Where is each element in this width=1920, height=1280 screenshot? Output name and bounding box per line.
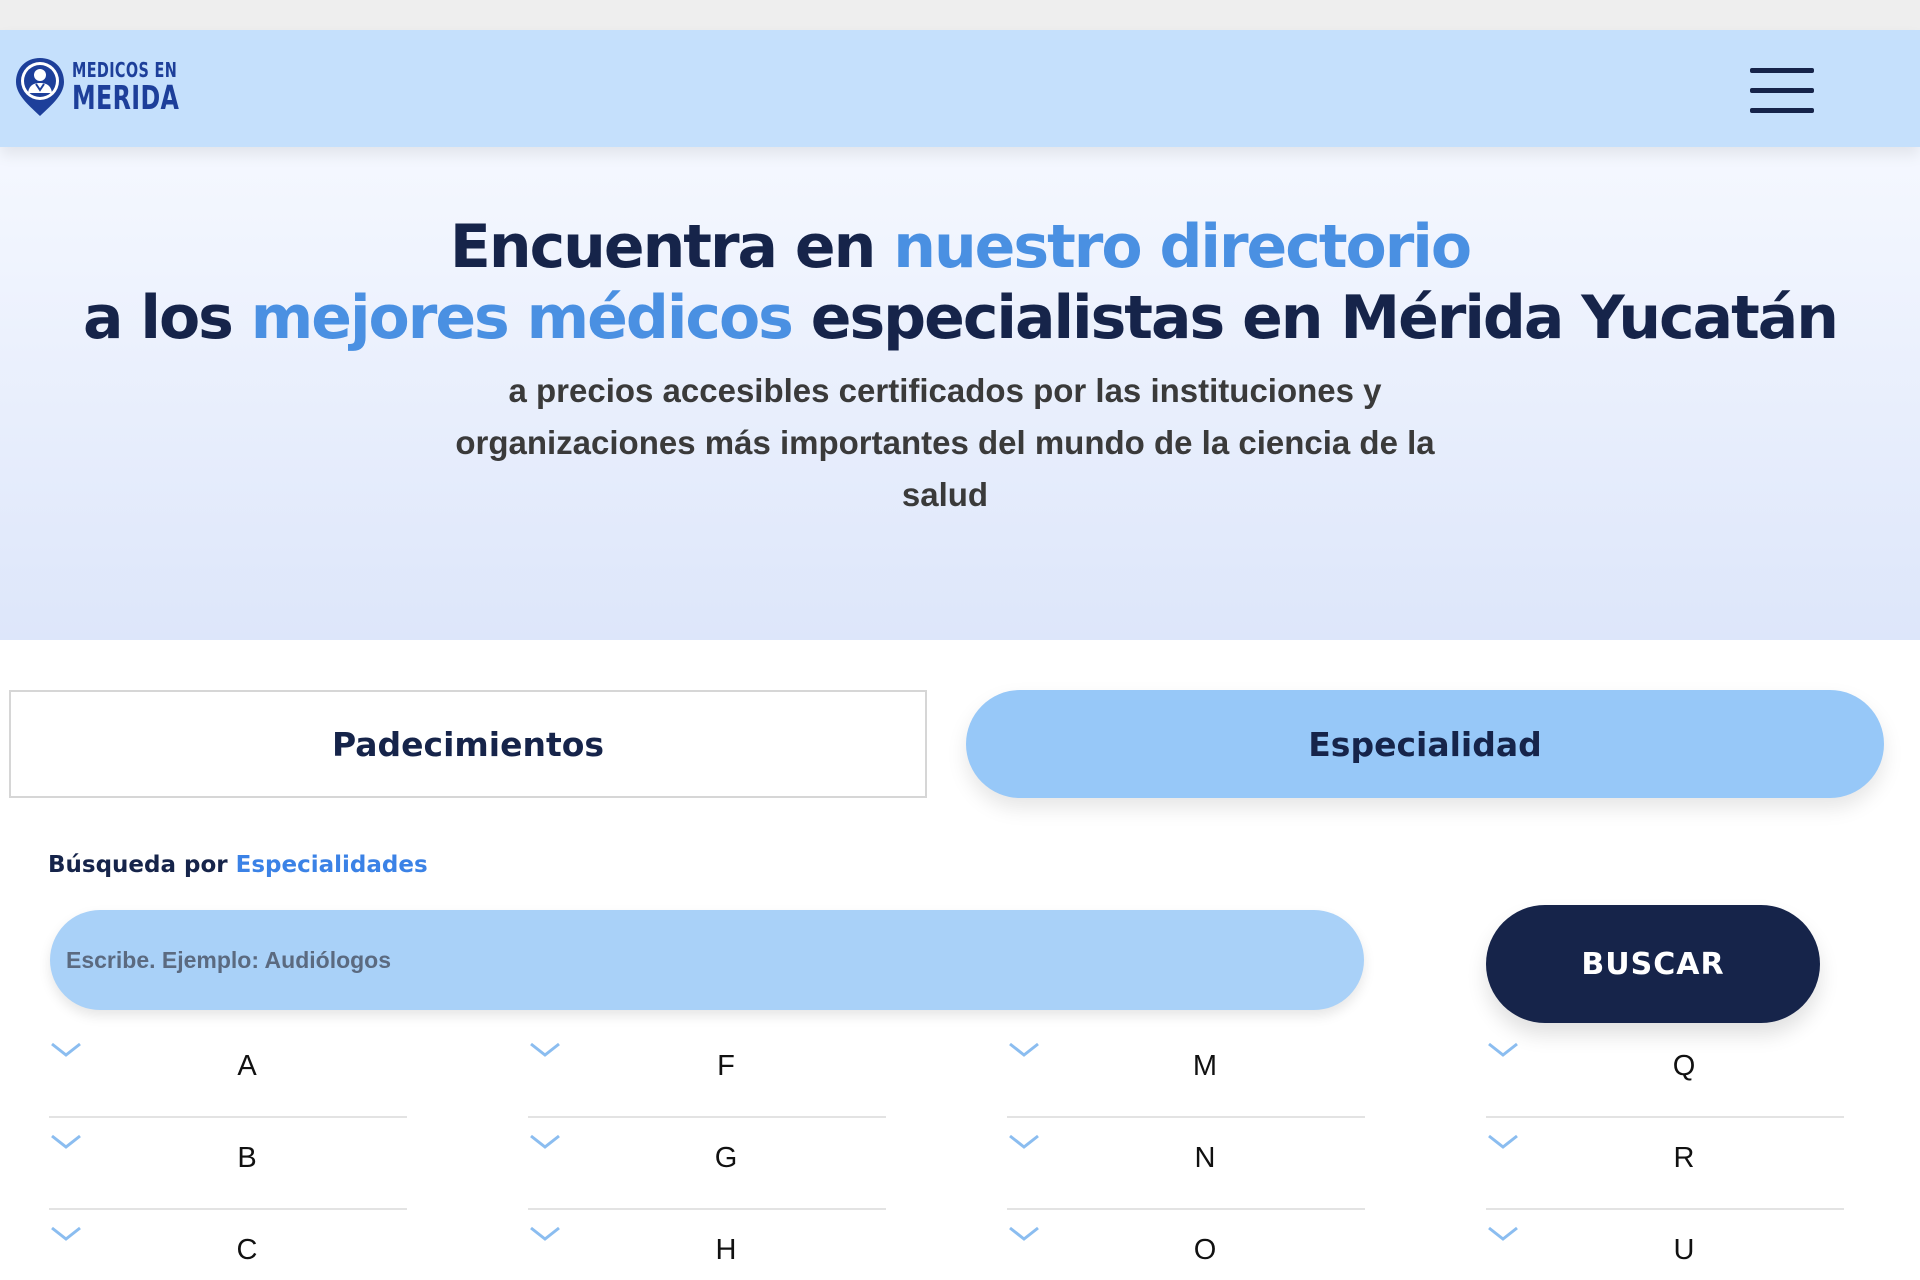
hamburger-menu-icon[interactable] bbox=[1744, 62, 1816, 118]
letter-label: B bbox=[237, 1142, 257, 1174]
logo-line-2: MERIDA bbox=[72, 78, 180, 117]
tab-especialidad[interactable]: Especialidad bbox=[966, 690, 1884, 798]
letter-label: O bbox=[1193, 1234, 1217, 1266]
logo-wordmark: MEDICOS EN MERIDA bbox=[72, 60, 179, 114]
hero-section: Encuentra en nuestro directorio a los me… bbox=[0, 147, 1920, 640]
letter-item-g[interactable]: G bbox=[528, 1118, 886, 1210]
buscar-button[interactable]: BUSCAR bbox=[1486, 905, 1820, 1023]
letter-item-n[interactable]: N bbox=[1007, 1118, 1365, 1210]
search-label-accent: Especialidades bbox=[235, 852, 428, 878]
letter-item-r[interactable]: R bbox=[1486, 1118, 1844, 1210]
menu-bar-middle bbox=[1750, 88, 1814, 93]
letter-label: U bbox=[1673, 1234, 1695, 1266]
hero-title-accent: nuestro directorio bbox=[893, 212, 1472, 282]
doctor-pin-logo-icon bbox=[16, 58, 64, 116]
letter-item-a[interactable]: A bbox=[49, 1026, 407, 1118]
menu-bar-bottom bbox=[1750, 108, 1814, 113]
site-logo[interactable]: MEDICOS EN MERIDA bbox=[14, 56, 221, 118]
letter-item-f[interactable]: F bbox=[528, 1026, 886, 1118]
hero-title-line-1: Encuentra en nuestro directorio bbox=[0, 211, 1920, 283]
search-label-prefix: Búsqueda por bbox=[48, 852, 236, 878]
letter-item-c[interactable]: C bbox=[49, 1210, 407, 1280]
letter-item-m[interactable]: M bbox=[1007, 1026, 1365, 1118]
letter-item-b[interactable]: B bbox=[49, 1118, 407, 1210]
letter-label: M bbox=[1192, 1050, 1218, 1082]
letter-item-q[interactable]: Q bbox=[1486, 1026, 1844, 1118]
hero-title-text: a los bbox=[83, 283, 251, 353]
menu-bar-top bbox=[1750, 68, 1814, 73]
letter-label: Q bbox=[1672, 1050, 1696, 1082]
search-input[interactable] bbox=[50, 910, 1364, 1010]
hero-title-accent: mejores médicos bbox=[250, 283, 794, 353]
hero-title-line-2: a los mejores médicos especialistas en M… bbox=[0, 282, 1920, 354]
letter-item-u[interactable]: U bbox=[1486, 1210, 1844, 1280]
browser-top-strip bbox=[0, 0, 1920, 30]
letter-label: N bbox=[1194, 1142, 1216, 1174]
hero-subtitle: a precios accesibles certificados por la… bbox=[455, 372, 1435, 513]
letter-label: C bbox=[236, 1234, 258, 1266]
letter-label: H bbox=[715, 1234, 737, 1266]
hero-title-text: especialistas en Mérida Yucatán bbox=[791, 283, 1839, 353]
letter-label: F bbox=[717, 1050, 735, 1082]
letter-label: A bbox=[237, 1050, 257, 1082]
navbar: MEDICOS EN MERIDA bbox=[0, 30, 1920, 147]
letter-item-o[interactable]: O bbox=[1007, 1210, 1365, 1280]
tab-padecimientos[interactable]: Padecimientos bbox=[9, 690, 927, 798]
letter-label: R bbox=[1673, 1142, 1695, 1174]
letter-item-h[interactable]: H bbox=[528, 1210, 886, 1280]
letter-label: G bbox=[714, 1142, 738, 1174]
hero-title-text: Encuentra en bbox=[449, 212, 894, 282]
logo-line-1: MEDICOS EN bbox=[72, 58, 178, 82]
search-label: Búsqueda por Especialidades bbox=[48, 852, 428, 878]
